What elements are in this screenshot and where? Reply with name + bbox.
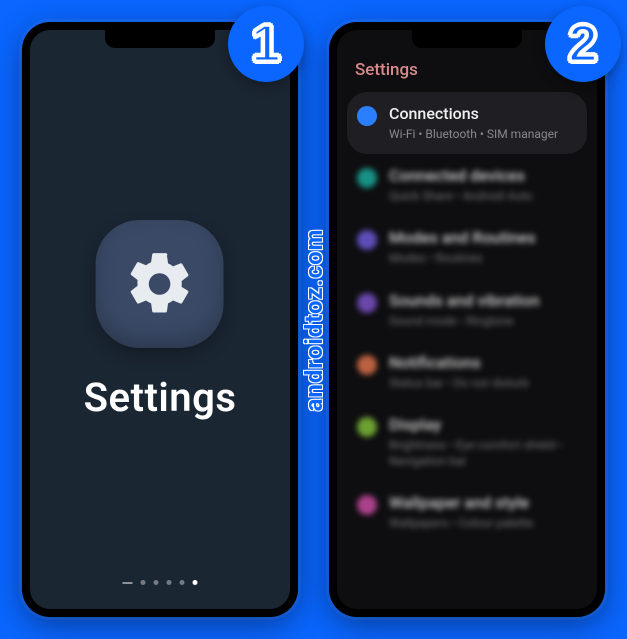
settings-item-subtitle: Sound mode • Ringtone — [389, 313, 577, 329]
phone-frame-1: Settings — [22, 22, 298, 617]
settings-item-text: Connections Wi-Fi • Bluetooth • SIM manag… — [389, 104, 577, 142]
settings-item-title: Connections — [389, 104, 577, 124]
category-icon — [357, 106, 377, 126]
category-icon — [357, 168, 377, 188]
settings-item-title: Display — [389, 415, 577, 435]
page-indicator[interactable] — [123, 580, 198, 585]
notch — [105, 30, 215, 48]
settings-item-subtitle: Wallpapers • Colour palette — [389, 515, 577, 531]
notch — [412, 30, 522, 48]
home-screen[interactable]: Settings — [30, 30, 290, 609]
app-name-label: Settings — [84, 374, 237, 421]
settings-item-subtitle: Quick Share • Android Auto — [389, 188, 577, 204]
settings-item-subtitle: Wi-Fi • Bluetooth • SIM manager — [389, 126, 577, 142]
settings-item-text: Sounds and vibration Sound mode • Rington… — [389, 291, 577, 329]
page-dot — [154, 580, 159, 585]
settings-app-shortcut[interactable]: Settings — [84, 220, 237, 421]
page-dot — [180, 580, 185, 585]
settings-item-subtitle: Brightness • Eye comfort shield • Naviga… — [389, 437, 577, 469]
settings-item[interactable]: DisplayBrightness • Eye comfort shield •… — [347, 403, 587, 481]
settings-item-text: Notifications Status bar • Do not disturb — [389, 353, 577, 391]
settings-item-text: Connected devices Quick Share • Android A… — [389, 166, 577, 204]
category-icon — [357, 417, 377, 437]
settings-item-title: Sounds and vibration — [389, 291, 577, 311]
settings-item-subtitle: Modes • Routines — [389, 250, 577, 266]
step-badge-2: 2 — [545, 6, 621, 82]
category-icon — [357, 355, 377, 375]
gear-icon — [123, 247, 197, 321]
settings-item[interactable]: Sounds and vibration Sound mode • Rington… — [347, 279, 587, 341]
watermark-text: androidtoz.com — [300, 228, 328, 411]
settings-item-subtitle: Status bar • Do not disturb — [389, 375, 577, 391]
settings-item[interactable]: Connections Wi-Fi • Bluetooth • SIM manag… — [347, 92, 587, 154]
settings-item-title: Notifications — [389, 353, 577, 373]
settings-screen[interactable]: Settings ConnectionsWi-Fi • Bluetooth • … — [337, 30, 597, 609]
settings-item[interactable]: Modes and Routines Modes • Routines — [347, 216, 587, 278]
app-icon-bg — [96, 220, 224, 348]
phone-frame-2: Settings ConnectionsWi-Fi • Bluetooth • … — [329, 22, 605, 617]
settings-list: Connections Wi-Fi • Bluetooth • SIM manag… — [337, 92, 597, 544]
settings-item[interactable]: Connected devices Quick Share • Android A… — [347, 154, 587, 216]
settings-item-title: Wallpaper and style — [389, 493, 577, 513]
settings-item[interactable]: Wallpaper and style Wallpapers • Colour p… — [347, 481, 587, 543]
step-badge-1: 1 — [228, 6, 304, 82]
category-icon — [357, 495, 377, 515]
page-dot — [167, 580, 172, 585]
settings-item-text: Wallpaper and style Wallpapers • Colour p… — [389, 493, 577, 531]
settings-item-text: Modes and Routines Modes • Routines — [389, 228, 577, 266]
page-dot — [141, 580, 146, 585]
settings-item[interactable]: Notifications Status bar • Do not disturb — [347, 341, 587, 403]
step-number: 2 — [569, 14, 598, 74]
step-number: 1 — [252, 14, 281, 74]
category-icon — [357, 230, 377, 250]
page-dash — [123, 582, 133, 584]
settings-item-title: Connected devices — [389, 166, 577, 186]
settings-item-text: DisplayBrightness • Eye comfort shield •… — [389, 415, 577, 469]
category-icon — [357, 293, 377, 313]
page-dot-active — [193, 580, 198, 585]
settings-item-title: Modes and Routines — [389, 228, 577, 248]
